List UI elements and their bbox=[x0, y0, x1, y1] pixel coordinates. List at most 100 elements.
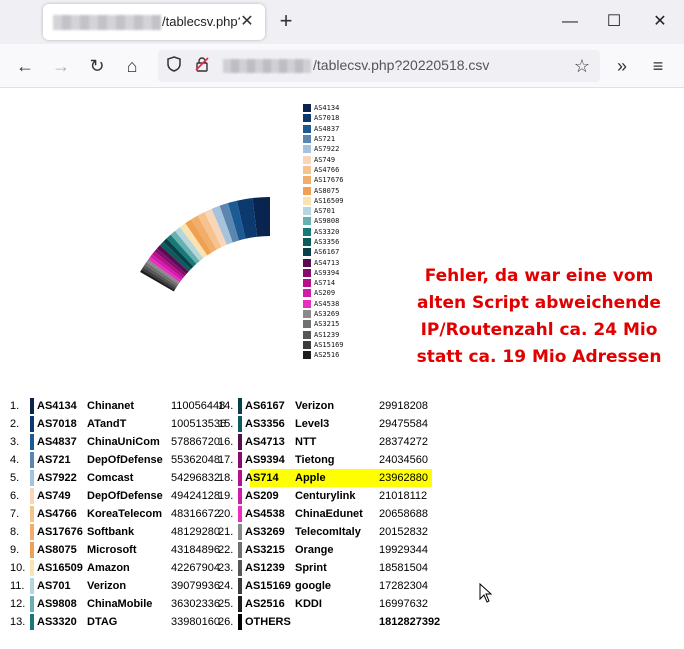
cell-count: 48129280 bbox=[171, 526, 220, 538]
legend-swatch bbox=[303, 196, 311, 205]
cell-rank: 18. bbox=[218, 472, 234, 484]
legend-item: AS3269 bbox=[303, 309, 344, 319]
cell-org: TelecomItaly bbox=[295, 526, 361, 538]
cell-org: Chinanet bbox=[87, 400, 135, 412]
color-bar bbox=[30, 506, 34, 522]
error-annotation: Fehler, da war eine vom alten Script abwe… bbox=[404, 263, 674, 371]
color-bar bbox=[238, 398, 242, 414]
table-row: 14. AS6167 Verizon 29918208 bbox=[218, 397, 428, 415]
color-bar bbox=[30, 524, 34, 540]
legend-item: AS17676 bbox=[303, 175, 344, 185]
legend-label: AS8075 bbox=[314, 186, 340, 195]
cell-count: 24034560 bbox=[379, 454, 428, 466]
cell-rank: 5. bbox=[10, 472, 20, 484]
cell-count: 43184896 bbox=[171, 544, 220, 556]
legend-swatch bbox=[303, 104, 311, 113]
color-bar bbox=[30, 398, 34, 414]
cell-count: 16997632 bbox=[379, 598, 428, 610]
cell-rank: 1. bbox=[10, 400, 20, 412]
cell-count: 55362048 bbox=[171, 454, 220, 466]
legend-item: AS9394 bbox=[303, 268, 344, 278]
cell-org: Sprint bbox=[295, 562, 327, 574]
color-bar bbox=[238, 596, 242, 612]
cell-rank: 21. bbox=[218, 526, 234, 538]
legend-swatch bbox=[303, 227, 311, 236]
cell-rank: 17. bbox=[218, 454, 234, 466]
legend-label: AS6167 bbox=[314, 248, 340, 257]
legend-swatch bbox=[303, 268, 311, 277]
shield-icon[interactable] bbox=[164, 56, 184, 76]
cell-rank: 11. bbox=[10, 580, 25, 592]
address-bar[interactable]: /tablecsv.php?20220518.csv ☆ bbox=[158, 50, 600, 82]
maximize-icon[interactable]: ☐ bbox=[592, 6, 636, 38]
legend-swatch bbox=[303, 258, 311, 267]
close-tab-icon[interactable]: ✕ bbox=[237, 12, 257, 32]
cell-asn: AS9394 bbox=[245, 454, 285, 466]
close-window-icon[interactable]: ✕ bbox=[638, 6, 682, 38]
cell-count: 17282304 bbox=[379, 580, 428, 592]
home-icon[interactable]: ⌂ bbox=[118, 52, 146, 80]
table-row: 1. AS4134 Chinanet 110056448 bbox=[10, 397, 225, 415]
page-content: AS4134 AS7018 AS4837 AS721 AS7922 AS749 AS4766… bbox=[0, 89, 684, 649]
cell-org: ATandT bbox=[87, 418, 127, 430]
extensions-chevron-icon[interactable]: » bbox=[608, 52, 636, 80]
url-text[interactable]: /tablecsv.php?20220518.csv bbox=[313, 57, 489, 73]
cell-org: google bbox=[295, 580, 332, 592]
legend-item: AS1239 bbox=[303, 330, 344, 340]
color-bar bbox=[30, 488, 34, 504]
cell-rank: 25. bbox=[218, 598, 234, 610]
legend-swatch bbox=[303, 248, 311, 257]
insecure-lock-icon[interactable] bbox=[192, 56, 212, 76]
color-bar bbox=[238, 434, 242, 450]
legend-item: AS749 bbox=[303, 154, 344, 164]
cell-asn: AS2516 bbox=[245, 598, 285, 610]
browser-tab[interactable]: /tablecsv.php?2022051 ✕ bbox=[43, 4, 265, 40]
cell-count: 54296832 bbox=[171, 472, 220, 484]
table-row: 20. AS4538 ChinaEdunet 20658688 bbox=[218, 505, 428, 523]
table-row: 22. AS3215 Orange 19929344 bbox=[218, 541, 428, 559]
cell-org: ChinaEdunet bbox=[295, 508, 363, 520]
color-bar bbox=[30, 470, 34, 486]
back-icon[interactable]: ← bbox=[11, 52, 39, 80]
legend-swatch bbox=[303, 176, 311, 185]
cell-org: DepOfDefense bbox=[87, 490, 163, 502]
cell-count: 19929344 bbox=[379, 544, 428, 556]
reload-icon[interactable]: ↻ bbox=[83, 52, 111, 80]
legend-label: AS17676 bbox=[314, 176, 344, 185]
table-row: 13. AS3320 DTAG 33980160 bbox=[10, 613, 220, 631]
chart-legend: AS4134 AS7018 AS4837 AS721 AS7922 AS749 AS4766… bbox=[303, 103, 344, 360]
legend-item: AS7922 bbox=[303, 144, 344, 154]
legend-label: AS7018 bbox=[314, 114, 340, 123]
legend-swatch bbox=[303, 320, 311, 329]
cell-count: 18581504 bbox=[379, 562, 428, 574]
cell-asn: AS714 bbox=[245, 472, 279, 484]
new-tab-icon[interactable]: + bbox=[274, 9, 298, 33]
forward-icon[interactable]: → bbox=[47, 52, 75, 80]
cell-rank: 9. bbox=[10, 544, 20, 556]
legend-label: AS3320 bbox=[314, 227, 340, 236]
legend-item: AS721 bbox=[303, 134, 344, 144]
cell-asn: AS9808 bbox=[37, 598, 77, 610]
color-bar bbox=[30, 452, 34, 468]
cell-count: 29475584 bbox=[379, 418, 428, 430]
table-row: 8. AS17676 Softbank 48129280 bbox=[10, 523, 220, 541]
color-bar bbox=[238, 524, 242, 540]
color-bar bbox=[238, 488, 242, 504]
legend-swatch bbox=[303, 207, 311, 216]
legend-label: AS4538 bbox=[314, 299, 340, 308]
menu-icon[interactable]: ≡ bbox=[644, 52, 672, 80]
cell-count: 33980160 bbox=[171, 616, 220, 628]
minimize-icon[interactable]: — bbox=[548, 6, 592, 38]
bookmark-star-icon[interactable]: ☆ bbox=[572, 56, 592, 76]
legend-swatch bbox=[303, 351, 311, 360]
color-bar bbox=[238, 560, 242, 576]
cell-asn: AS16509 bbox=[37, 562, 83, 574]
legend-item: AS714 bbox=[303, 278, 344, 288]
legend-label: AS721 bbox=[314, 135, 336, 144]
table-row: 5. AS7922 Comcast 54296832 bbox=[10, 469, 220, 487]
color-bar bbox=[238, 470, 242, 486]
table-row: 2. AS7018 ATandT 100513536 bbox=[10, 415, 226, 433]
cell-asn: AS8075 bbox=[37, 544, 77, 556]
legend-swatch bbox=[303, 165, 311, 174]
cell-asn: AS7018 bbox=[37, 418, 77, 430]
